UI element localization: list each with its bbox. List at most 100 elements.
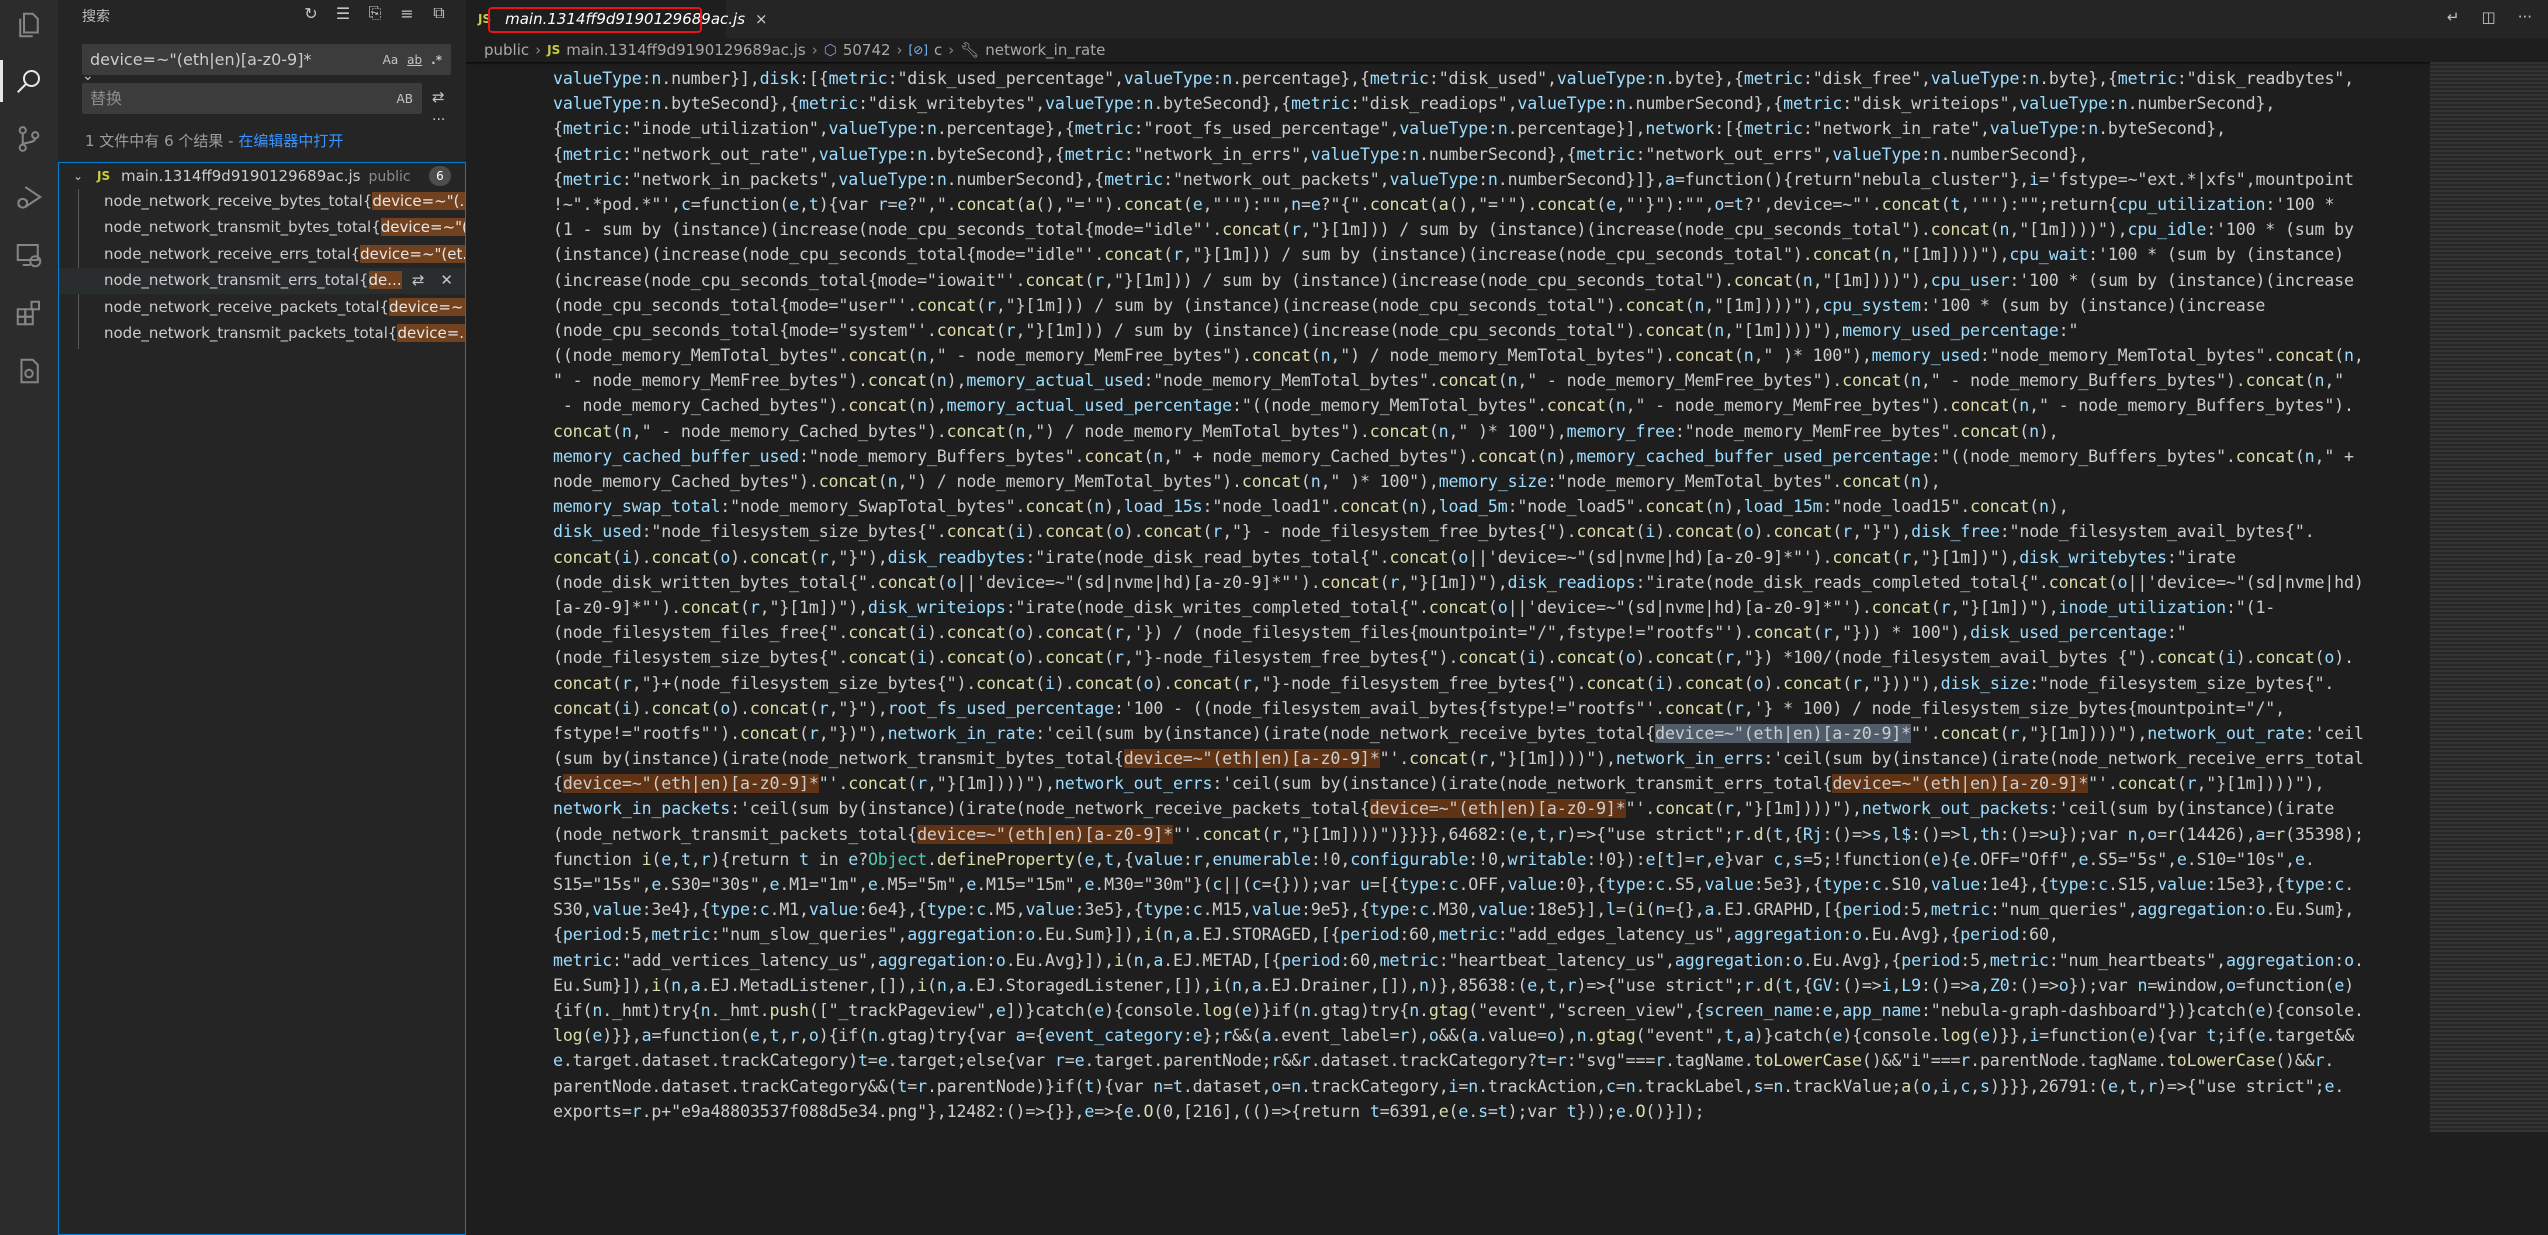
activity-bar (0, 0, 58, 1235)
open-in-editor-link[interactable]: 在编辑器中打开 (238, 132, 343, 150)
breadcrumb-module[interactable]: 50742 (843, 41, 891, 59)
replace-input[interactable] (90, 89, 397, 108)
code-line: function i(e,t,r){return t in e?Object.d… (553, 849, 2315, 869)
breadcrumb-file[interactable]: main.1314ff9d9190129689ac.js (566, 41, 805, 59)
match-result-row[interactable]: node_network_transmit_errs_total{de... ⇄ ✕ (59, 268, 465, 295)
code-line: concat(i).concat(o).concat(r,"}"),disk_r… (553, 547, 2236, 567)
match-case-toggle[interactable]: Aa (383, 53, 399, 67)
code-line: concat(r,"}+(node_filesystem_size_bytes{… (553, 673, 2335, 693)
row-actions: ⇄ ✕ (412, 271, 453, 289)
code-line: {metric:"inode_utilization",valueType:n.… (553, 119, 2226, 139)
code-line: (node_cpu_seconds_total{mode="system"'.c… (553, 320, 2079, 340)
code-line: (1 - sum by (instance)(increase(node_cpu… (553, 220, 2354, 240)
more-actions-icon[interactable]: ··· (2518, 8, 2532, 26)
code-line: (node_disk_written_bytes_total{".concat(… (553, 572, 2364, 592)
search-icon[interactable] (0, 56, 58, 106)
code-line: exports=r.p+"e9a48803537f088d5e34.png"},… (553, 1101, 1705, 1121)
match-result-row[interactable]: node_network_receive_bytes_total{device=… (59, 189, 465, 215)
code-line: disk_used:"node_filesystem_size_bytes{".… (553, 522, 2315, 542)
remote-explorer-icon[interactable] (0, 230, 58, 280)
code-line: e.target.dataset.trackCategory)t=e.targe… (553, 1051, 2335, 1071)
source-control-icon[interactable] (0, 114, 58, 164)
js-file-icon: JS (547, 43, 561, 57)
code-line: {period:5,metric:"num_slow_queries",aggr… (553, 925, 2059, 945)
breadcrumb-variable[interactable]: c (934, 41, 942, 59)
match-result-row[interactable]: node_network_transmit_packets_total{devi… (59, 321, 465, 347)
replace-all-icon[interactable]: ⇄ (432, 88, 445, 106)
dismiss-close-icon[interactable]: ✕ (440, 271, 453, 289)
split-editor-icon[interactable]: ◫ (2482, 8, 2496, 26)
search-match-highlight: device=~"(eth|en)[a-z0-9]* (1369, 799, 1626, 819)
preserve-case-toggle[interactable]: AB (397, 92, 413, 106)
variable-icon: [⊘] (908, 43, 928, 57)
test-icon[interactable] (0, 346, 58, 396)
minimap[interactable] (2430, 62, 2548, 1132)
search-match-highlight: device=~"(eth|en)[a-z0-9]* (562, 774, 819, 794)
code-line: memory_cached_buffer_used:"node_memory_B… (553, 446, 2354, 466)
code-line: (increase(node_cpu_seconds_total{mode="i… (553, 270, 2354, 290)
code-line: (node_cpu_seconds_total{mode="user"'.con… (553, 295, 2266, 315)
match-text: node_network_transmit_errs_total{de... (104, 271, 402, 290)
close-icon[interactable]: × (755, 10, 768, 28)
code-line: valueType:n.byteSecond},{metric:"disk_wr… (553, 94, 2276, 114)
code-editor[interactable]: valueType:n.number}],disk:[{metric:"disk… (553, 66, 2423, 1124)
breadcrumb: public › JS main.1314ff9d9190129689ac.js ›… (484, 41, 1106, 59)
file-result-row[interactable]: ⌄ JS main.1314ff9d9190129689ac.js public … (59, 163, 465, 189)
refresh-icon[interactable]: ↻ (302, 4, 320, 23)
match-result-row[interactable]: node_network_transmit_bytes_total{device… (59, 215, 465, 241)
annotation-highlight-box (488, 7, 702, 33)
explorer-files-icon[interactable] (0, 0, 58, 50)
extensions-icon[interactable] (0, 288, 58, 338)
search-match-highlight: device=~"(eth|en)[a-z0-9]* (1123, 749, 1380, 769)
match-prefix: node_network_transmit_bytes_total{ (104, 218, 381, 237)
code-line: node_memory_Cached_bytes").concat(n,") /… (553, 472, 1941, 491)
replace-input-box: AB (82, 83, 422, 114)
results-summary: 1 文件中有 6 个结果 - 在编辑器中打开 (85, 130, 343, 151)
code-line: memory_swap_total:"node_memory_SwapTotal… (553, 497, 2069, 517)
property-wrench-icon: 🔧︎ (960, 41, 980, 59)
search-input-box: Aa ab .* (82, 44, 451, 75)
code-line: valueType:n.number}],disk:[{metric:"disk… (553, 69, 2354, 88)
collapse-all-icon[interactable]: ⧉ (430, 3, 448, 22)
match-prefix: node_network_receive_errs_total{ (104, 244, 361, 263)
match-whole-word-toggle[interactable]: ab (407, 53, 422, 67)
use-regex-toggle[interactable]: .* (431, 53, 442, 67)
code-line: parentNode.dataset.trackCategory&&(t=r.p… (553, 1076, 2345, 1096)
code-line: (instance)(increase(node_cpu_seconds_tot… (553, 245, 2344, 265)
code-line: (sum by(instance)(irate(node_network_tra… (553, 749, 2364, 769)
view-as-list-icon[interactable]: ≡ (398, 4, 416, 23)
module-icon: ⬡ (823, 41, 837, 59)
sidebar-title: 搜索 (82, 9, 110, 25)
search-input[interactable] (90, 50, 383, 69)
match-text: node_network_receive_errs_total{device=~… (104, 244, 465, 263)
code-line: [a-z0-9]*"').concat(r,"}[1m])"),disk_wri… (553, 597, 2276, 617)
new-search-editor-icon[interactable]: ⎘ (366, 3, 384, 22)
match-result-row[interactable]: node_network_receive_packets_total{devic… (59, 295, 465, 321)
breadcrumb-folder[interactable]: public (484, 41, 529, 59)
replace-icon[interactable]: ⇄ (412, 271, 425, 289)
word-wrap-icon[interactable]: ↵ (2447, 8, 2460, 26)
tab-main-js[interactable]: JS main.1314ff9d9190129689ac.js × (466, 0, 768, 38)
code-line: (node_network_transmit_packets_total{dev… (553, 824, 2364, 844)
match-highlight: de... (368, 271, 402, 290)
match-text: node_network_receive_bytes_total{device=… (104, 192, 465, 210)
match-text: node_network_receive_packets_total{devic… (104, 297, 465, 316)
editor-actions: ↵ ◫ ··· (2447, 8, 2532, 26)
search-match-highlight: device=~"(eth|en)[a-z0-9]* (1832, 774, 2089, 794)
file-path: public (368, 169, 411, 185)
match-result-row[interactable]: node_network_receive_errs_total{device=~… (59, 242, 465, 268)
clear-results-icon[interactable]: ☰ (334, 4, 352, 23)
code-line: ((node_memory_MemTotal_bytes".concat(n,"… (553, 346, 2364, 366)
run-debug-icon[interactable] (0, 172, 58, 222)
match-count-badge: 6 (429, 166, 451, 186)
match-prefix: node_network_transmit_packets_total{ (104, 324, 398, 342)
breadcrumb-property[interactable]: network_in_rate (985, 41, 1105, 59)
code-line: {metric:"network_in_packets",valueType:n… (553, 169, 2354, 189)
scroll-shadow (466, 62, 2548, 65)
code-line: (node_filesystem_files_free{".concat(i).… (553, 623, 2187, 643)
chevron-down-icon[interactable]: ⌄ (73, 169, 83, 183)
file-name: main.1314ff9d9190129689ac.js (121, 167, 361, 185)
code-line: (node_filesystem_size_bytes{".concat(i).… (553, 648, 2354, 668)
more-options-icon[interactable]: ··· (432, 112, 445, 128)
match-prefix: node_network_receive_bytes_total{ (104, 192, 373, 210)
